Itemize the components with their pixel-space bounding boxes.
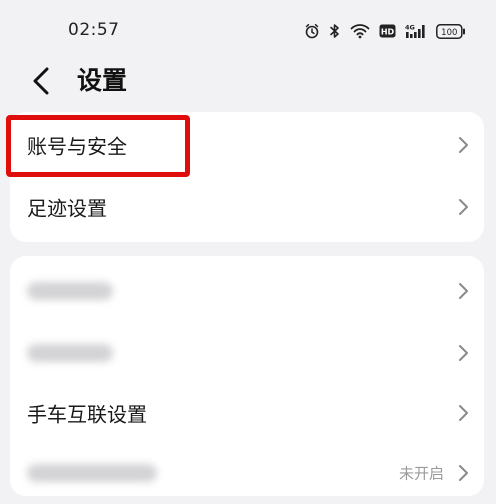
chevron-right-icon bbox=[459, 345, 468, 361]
settings-card-2: 手车互联设置 未开启 bbox=[10, 256, 484, 496]
chevron-right-icon bbox=[459, 405, 468, 421]
blurred-setting-row-1[interactable] bbox=[10, 260, 484, 322]
status-value: 未开启 bbox=[398, 464, 444, 483]
battery-icon: 100 bbox=[436, 23, 466, 39]
wifi-icon bbox=[350, 23, 370, 39]
bluetooth-icon bbox=[329, 23, 341, 39]
hd-label: HD bbox=[381, 27, 395, 36]
status-bar: 02:57 HD 4G 100 bbox=[0, 0, 496, 58]
settings-card-1: 账号与安全 足迹设置 bbox=[10, 112, 484, 242]
blurred-label bbox=[27, 344, 113, 362]
blurred-setting-row-3[interactable]: 未开启 bbox=[10, 442, 484, 504]
status-time: 02:57 bbox=[68, 20, 120, 40]
account-security-row[interactable]: 账号与安全 bbox=[10, 114, 484, 176]
account-security-label: 账号与安全 bbox=[27, 134, 127, 159]
chevron-right-icon bbox=[459, 465, 468, 481]
blurred-label bbox=[27, 282, 113, 300]
header: 设置 bbox=[0, 58, 496, 104]
status-icons: HD 4G 100 bbox=[304, 21, 466, 41]
battery-label: 100 bbox=[441, 27, 457, 37]
signal-icon: 4G bbox=[405, 23, 427, 39]
footprint-settings-row[interactable]: 足迹设置 bbox=[10, 176, 484, 238]
chevron-right-icon bbox=[459, 199, 468, 215]
blurred-label bbox=[27, 464, 157, 482]
blurred-setting-row-2[interactable] bbox=[10, 322, 484, 384]
back-arrow-icon bbox=[33, 67, 49, 95]
page-title: 设置 bbox=[77, 66, 128, 95]
hd-icon: HD bbox=[379, 24, 396, 38]
chevron-right-icon bbox=[459, 283, 468, 299]
car-connect-settings-row[interactable]: 手车互联设置 bbox=[10, 382, 484, 444]
alarm-icon bbox=[304, 23, 320, 39]
chevron-right-icon bbox=[459, 137, 468, 153]
back-button[interactable] bbox=[26, 64, 56, 98]
footprint-settings-label: 足迹设置 bbox=[27, 196, 107, 221]
network-label: 4G bbox=[405, 24, 415, 32]
car-connect-settings-label: 手车互联设置 bbox=[27, 402, 147, 427]
